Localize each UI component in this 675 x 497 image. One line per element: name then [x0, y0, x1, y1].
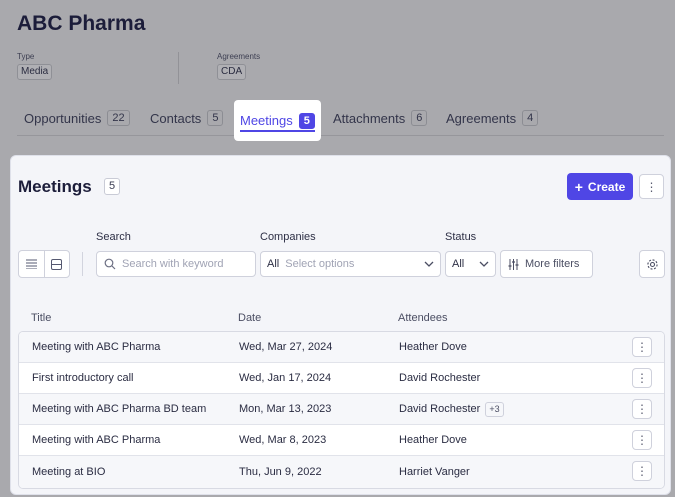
row-more-button[interactable]: ⋮: [632, 337, 652, 357]
attendee-name: Heather Dove: [399, 434, 467, 446]
board-view-icon: [51, 258, 63, 270]
companies-select[interactable]: All Select options: [260, 251, 441, 277]
meeting-date: Mon, Mar 13, 2023: [239, 403, 332, 415]
active-tab-indicator: [240, 130, 315, 132]
meeting-date: Wed, Jan 17, 2024: [239, 372, 332, 384]
companies-placeholder: Select options: [285, 258, 355, 270]
meeting-date: Wed, Mar 27, 2024: [239, 341, 333, 353]
meeting-title: Meeting at BIO: [32, 466, 106, 478]
meeting-title: Meeting with ABC Pharma: [32, 341, 161, 353]
kebab-icon: ⋮: [636, 340, 648, 354]
type-value: Media: [17, 64, 53, 80]
meetings-panel: Meetings 5 + Create ⋮ Search Search with…: [10, 155, 671, 495]
kebab-icon: ⋮: [645, 179, 658, 194]
status-value: All: [452, 258, 465, 270]
tab-label: Meetings: [240, 113, 293, 128]
table-row[interactable]: Meeting at BIO Thu, Jun 9, 2022 Harriet …: [19, 456, 664, 488]
meeting-attendees: Harriet Vanger: [399, 456, 470, 488]
companies-value: All: [267, 258, 280, 270]
meeting-date: Thu, Jun 9, 2022: [239, 466, 322, 478]
panel-title: Meetings: [18, 177, 92, 196]
tab-count: 5: [207, 110, 224, 126]
tab-count: 5: [298, 112, 315, 129]
chevron-down-icon: [479, 259, 489, 270]
table-settings-button[interactable]: [639, 250, 665, 278]
meetings-count-badge: 5: [104, 178, 121, 195]
chevron-down-icon: [424, 259, 434, 270]
tab-label: Contacts: [150, 110, 202, 126]
table-row[interactable]: First introductory call Wed, Jan 17, 202…: [19, 363, 664, 394]
agreements-value: CDA: [217, 64, 247, 80]
list-view-icon: [25, 259, 37, 269]
filter-divider: [82, 252, 83, 276]
row-more-button[interactable]: ⋮: [632, 368, 652, 388]
create-label: Create: [587, 179, 626, 194]
panel-more-button[interactable]: ⋮: [639, 174, 664, 199]
status-select[interactable]: All: [445, 251, 496, 277]
more-attendees-badge[interactable]: +3: [485, 401, 504, 417]
board-view-button[interactable]: [43, 251, 70, 277]
meeting-attendees: Heather Dove: [399, 425, 467, 455]
gear-icon: [646, 258, 658, 270]
list-view-button[interactable]: [19, 251, 44, 277]
status-label: Status: [445, 231, 477, 243]
tab-meetings[interactable]: Meetings 5: [234, 100, 321, 141]
tab-label: Opportunities: [24, 110, 102, 126]
meeting-title: First introductory call: [32, 372, 134, 384]
tab-count: 4: [522, 110, 539, 126]
column-header-attendees[interactable]: Attendees: [398, 312, 448, 324]
kebab-icon: ⋮: [636, 371, 648, 385]
row-more-button[interactable]: ⋮: [632, 461, 652, 481]
tab-count: 6: [411, 110, 428, 126]
column-header-title[interactable]: Title: [31, 312, 51, 324]
company-tabs: Opportunities 22 Contacts 5 Meetings 5 A…: [17, 100, 664, 141]
attendee-name: Harriet Vanger: [399, 466, 470, 478]
table-row[interactable]: Meeting with ABC Pharma Wed, Mar 8, 2023…: [19, 425, 664, 456]
meeting-date: Wed, Mar 8, 2023: [239, 434, 327, 446]
tab-attachments[interactable]: Attachments 6: [333, 100, 428, 136]
tab-count: 22: [107, 110, 130, 126]
more-filters-button[interactable]: More filters: [500, 250, 593, 278]
row-more-button[interactable]: ⋮: [632, 430, 652, 450]
company-title: ABC Pharma: [17, 12, 146, 35]
type-field: Type Media: [17, 52, 53, 80]
meeting-attendees: David Rochester: [399, 363, 480, 393]
field-divider: [178, 52, 179, 84]
sliders-icon: [508, 258, 519, 270]
type-label: Type: [17, 52, 35, 61]
meeting-title: Meeting with ABC Pharma BD team: [32, 403, 207, 415]
kebab-icon: ⋮: [636, 402, 648, 416]
tab-label: Agreements: [446, 110, 517, 126]
more-filters-label: More filters: [525, 258, 580, 270]
meeting-title: Meeting with ABC Pharma: [32, 434, 161, 446]
agreements-field: Agreements CDA: [217, 52, 260, 80]
search-placeholder: Search with keyword: [122, 258, 224, 270]
attendee-name: David Rochester: [399, 403, 481, 415]
plus-icon: +: [574, 178, 583, 195]
search-input[interactable]: Search with keyword: [96, 251, 256, 277]
search-icon: [104, 258, 116, 270]
search-label: Search: [96, 231, 131, 243]
tab-label: Attachments: [333, 110, 406, 126]
attendee-name: David Rochester: [399, 372, 481, 384]
kebab-icon: ⋮: [636, 464, 648, 478]
tab-opportunities[interactable]: Opportunities 22: [24, 100, 130, 136]
attendee-name: Heather Dove: [399, 341, 467, 353]
kebab-icon: ⋮: [636, 433, 648, 447]
companies-label: Companies: [260, 231, 316, 243]
tab-contacts[interactable]: Contacts 5: [150, 100, 224, 136]
view-toggle: [18, 250, 70, 278]
create-button[interactable]: + Create: [567, 173, 633, 200]
column-header-date[interactable]: Date: [238, 312, 261, 324]
agreements-label: Agreements: [217, 52, 261, 61]
table-row[interactable]: Meeting with ABC Pharma BD team Mon, Mar…: [19, 394, 664, 425]
meetings-table: Meeting with ABC Pharma Wed, Mar 27, 202…: [18, 331, 665, 489]
tab-agreements[interactable]: Agreements 4: [446, 100, 539, 136]
table-row[interactable]: Meeting with ABC Pharma Wed, Mar 27, 202…: [19, 332, 664, 363]
meeting-attendees: David Rochester +3: [399, 394, 504, 424]
meeting-attendees: Heather Dove: [399, 332, 467, 362]
row-more-button[interactable]: ⋮: [632, 399, 652, 419]
